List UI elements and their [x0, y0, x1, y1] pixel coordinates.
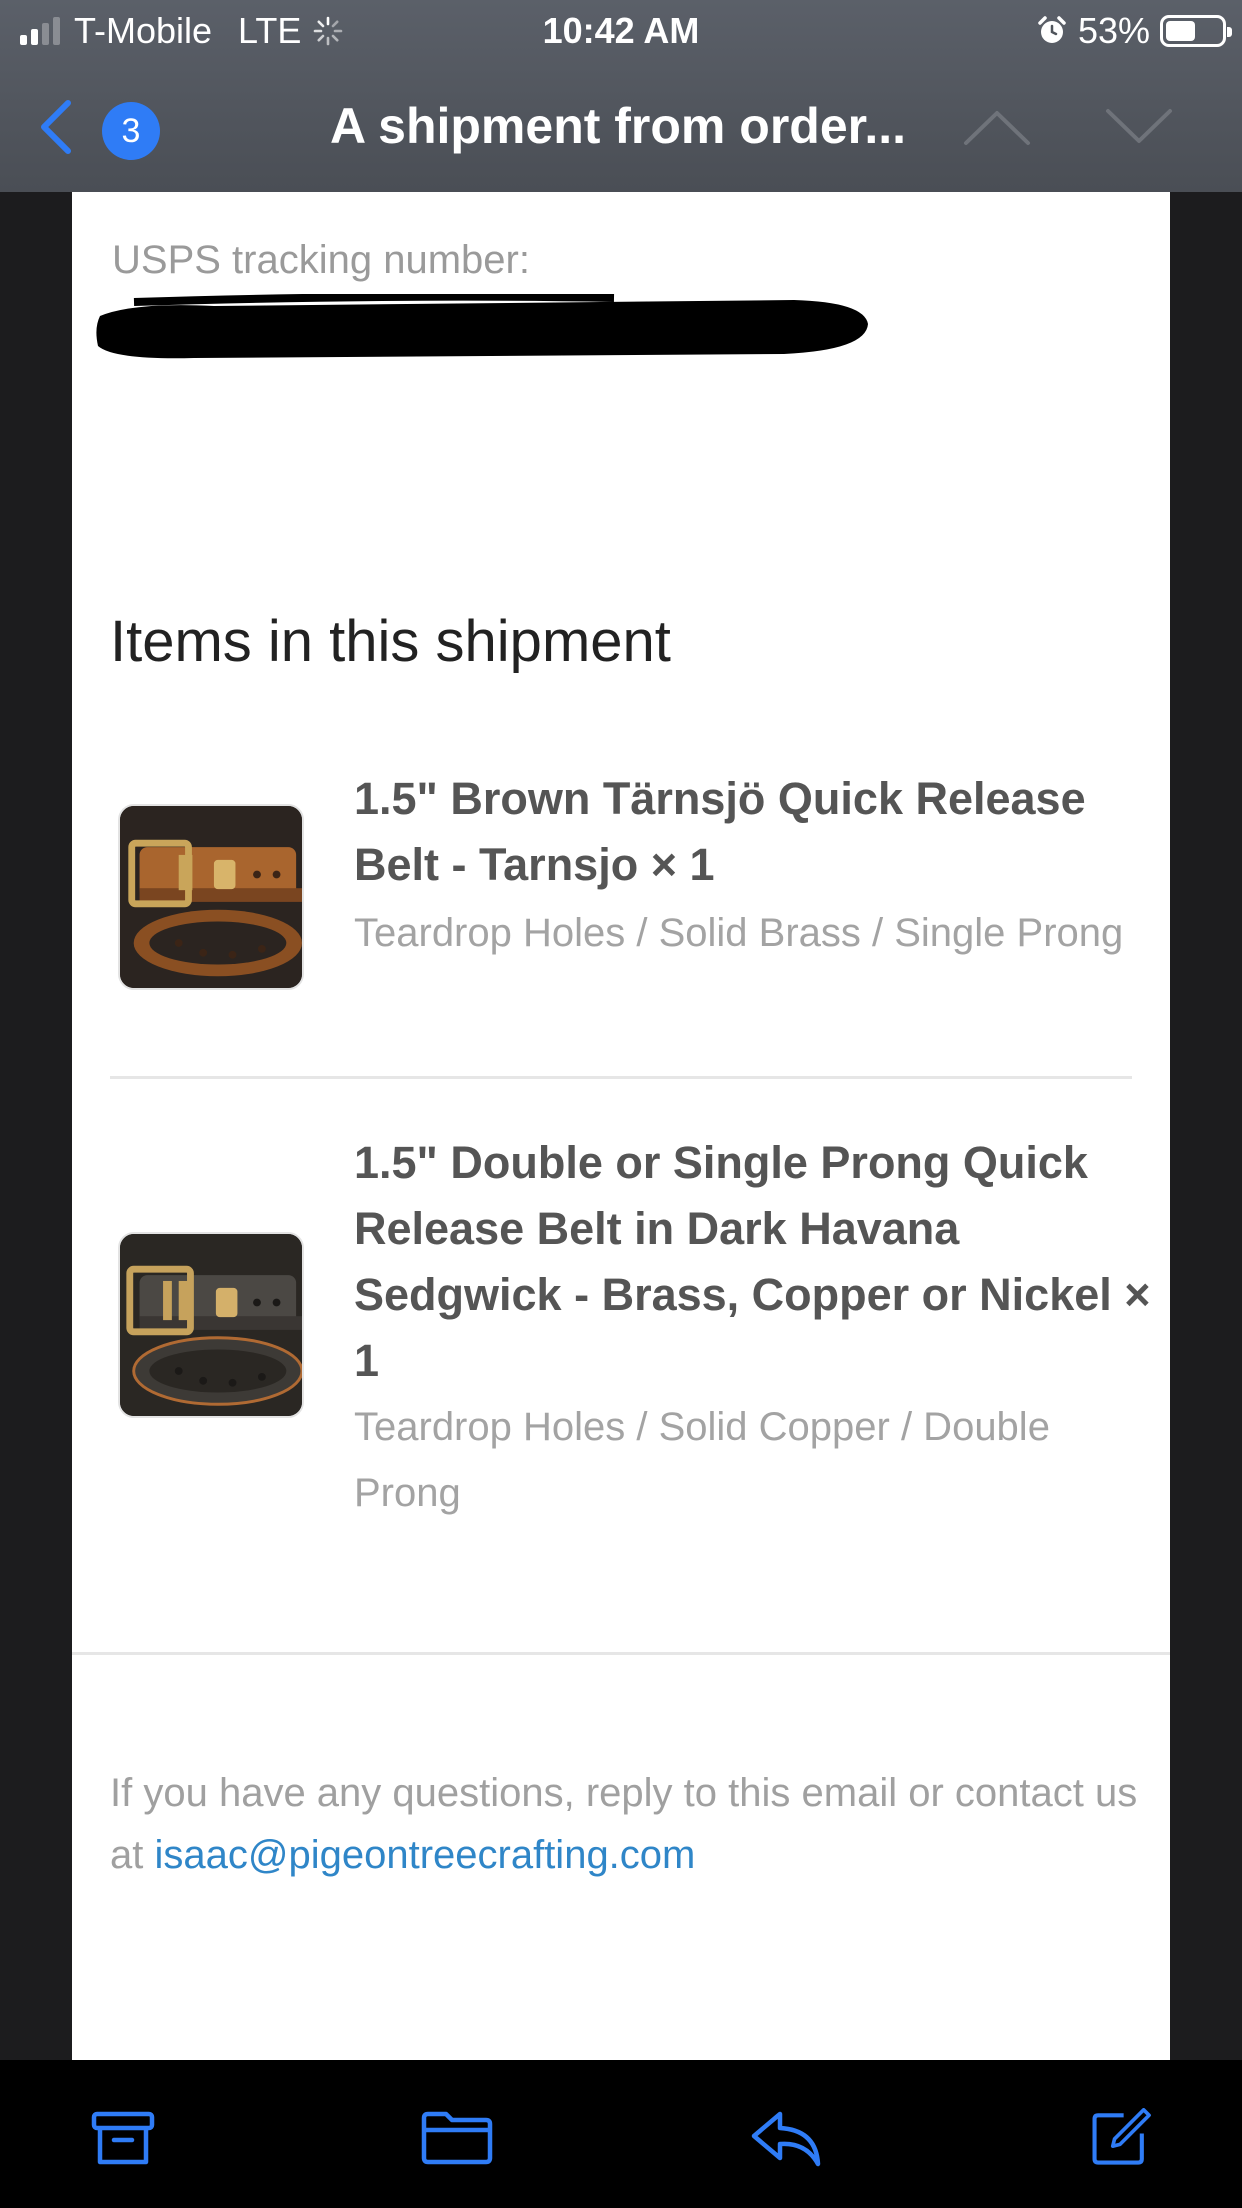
bottom-toolbar — [0, 2060, 1242, 2208]
items-heading: Items in this shipment — [110, 609, 671, 674]
compose-icon[interactable] — [1086, 2108, 1154, 2168]
email-body: USPS tracking number: Items in this ship… — [72, 192, 1170, 2060]
archive-icon[interactable] — [90, 2108, 156, 2168]
battery-percent: 53% — [1077, 10, 1150, 51]
item-title[interactable]: 1.5" Double or Single Prong Quick Releas… — [354, 1130, 1154, 1394]
folder-icon[interactable] — [420, 2108, 494, 2168]
redacted-tracking-number — [96, 294, 868, 359]
status-bar: T-Mobile LTE 10:42 AM 53% — [0, 0, 1242, 62]
top-chrome: T-Mobile LTE 10:42 AM 53% 3 A shipment f… — [0, 0, 1242, 192]
nav-title: A shipment from order... — [330, 98, 907, 154]
item-variant: Teardrop Holes / Solid Copper / Double P… — [354, 1405, 1050, 1515]
contact-email-link[interactable]: isaac@pigeontreecrafting.com — [154, 1833, 695, 1877]
back-chevron-icon[interactable] — [36, 97, 76, 157]
dark-belt-photo-icon — [120, 1234, 302, 1416]
status-right: 53% — [1036, 10, 1232, 52]
reply-icon[interactable] — [750, 2108, 822, 2168]
previous-message-chevron-icon[interactable] — [962, 107, 1032, 147]
item-variant: Teardrop Holes / Solid Brass / Single Pr… — [354, 911, 1124, 955]
item-title[interactable]: 1.5" Brown Tärnsjö Quick Release Belt - … — [354, 766, 1154, 898]
item-divider — [110, 1076, 1132, 1079]
item-thumbnail[interactable] — [118, 804, 304, 990]
section-divider — [72, 1652, 1170, 1655]
next-message-chevron-icon[interactable] — [1104, 107, 1174, 147]
brown-belt-photo-icon — [120, 806, 302, 988]
back-count-badge[interactable]: 3 — [102, 102, 160, 160]
footer-text: If you have any questions, reply to this… — [110, 1762, 1140, 1886]
battery-icon — [1160, 15, 1232, 47]
item-thumbnail[interactable] — [118, 1232, 304, 1418]
mail-screen: T-Mobile LTE 10:42 AM 53% 3 A shipment f… — [0, 0, 1242, 2208]
nav-bar: 3 A shipment from order... — [0, 62, 1242, 192]
tracking-number-label: USPS tracking number: — [112, 238, 530, 282]
alarm-icon — [1038, 16, 1066, 43]
